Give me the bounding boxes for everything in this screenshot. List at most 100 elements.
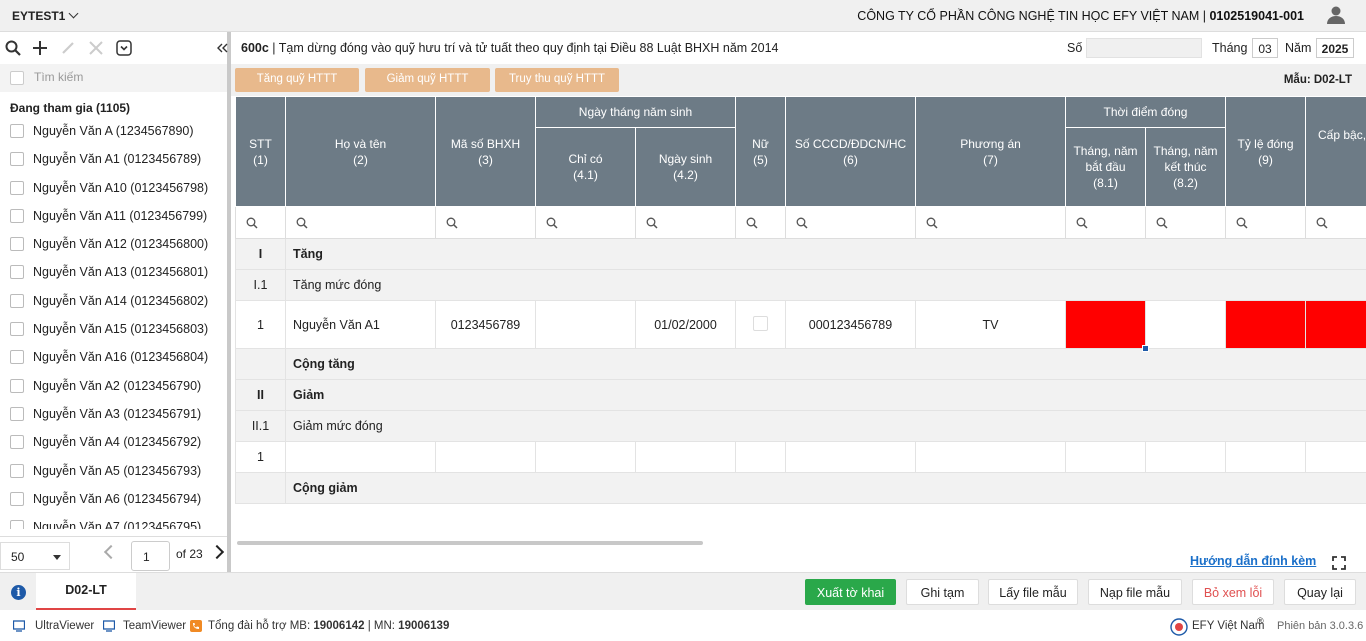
list-item[interactable]: Nguyễn Văn A14 (0123456802) [0,287,227,315]
table-row[interactable]: 1 Nguyễn Văn A1 0123456789 01/02/2000 00… [235,300,1366,352]
giam-quy-button[interactable]: Giảm quỹ HTTT [365,68,490,92]
col-ketthuc[interactable]: Tháng, năm kết thúc (8.2) [1144,127,1227,207]
list-item[interactable]: Nguyễn Văn A (1234567890) [0,117,227,145]
quay-lai-button[interactable]: Quay lại [1284,579,1356,605]
list-item[interactable]: Nguyễn Văn A16 (0123456804) [0,343,227,371]
xuat-to-khai-button[interactable]: Xuất tờ khai [805,579,896,605]
truy-thu-button[interactable]: Truy thu quỹ HTTT [495,68,619,92]
cell-hoten[interactable]: Nguyễn Văn A1 [285,300,436,349]
empty-cell[interactable] [915,441,1066,473]
edit-icon[interactable] [58,38,78,58]
item-checkbox[interactable] [10,293,24,308]
item-checkbox[interactable] [10,265,24,280]
list-item[interactable]: Nguyễn Văn A5 (0123456793) [0,457,227,485]
search-icon[interactable] [3,38,23,58]
empty-cell[interactable] [1144,441,1227,473]
empty-cell[interactable] [1065,441,1146,473]
cell-ketthuc[interactable] [1144,300,1227,349]
cell-chico[interactable] [535,300,636,349]
cell-batdau-error[interactable] [1065,300,1149,352]
page-input[interactable]: 1 [131,541,170,571]
filter-cell[interactable] [535,206,636,239]
nam-input[interactable]: 2025 [1316,38,1354,58]
col-nu[interactable]: Nữ (5) [735,96,786,207]
list-item[interactable]: Nguyễn Văn A11 (0123456799) [0,202,227,230]
empty-cell[interactable] [1225,441,1307,473]
table-row[interactable]: 1 [235,441,1366,473]
delete-icon[interactable] [86,38,106,58]
empty-cell[interactable] [435,441,536,473]
item-checkbox[interactable] [10,463,24,478]
col-chico[interactable]: Chỉ có (4.1) [535,127,636,207]
col-stt[interactable]: STT (1) [235,96,286,207]
filter-cell[interactable] [785,206,916,239]
item-checkbox[interactable] [10,378,24,393]
list-item[interactable]: Nguyễn Văn A12 (0123456800) [0,230,227,258]
cell-capbac-error[interactable] [1305,300,1366,349]
prev-page-icon[interactable] [103,544,119,560]
item-checkbox[interactable] [10,237,24,252]
item-checkbox[interactable] [10,406,24,421]
empty-cell[interactable] [285,441,436,473]
page-size-select[interactable]: 50 [0,542,70,570]
list-item[interactable]: Nguyễn Văn A2 (0123456790) [0,372,227,400]
so-input[interactable] [1086,38,1202,58]
item-checkbox[interactable] [10,350,24,365]
cell-phuongan[interactable]: TV [915,300,1066,349]
empty-cell[interactable] [635,441,736,473]
cell-nu[interactable] [735,300,786,349]
col-ngaysinh[interactable]: Ngày sinh (4.2) [635,127,736,207]
item-checkbox[interactable] [10,491,24,506]
add-icon[interactable] [30,38,50,58]
filter-cell[interactable] [635,206,736,239]
list-item[interactable]: Nguyễn Văn A15 (0123456803) [0,315,227,343]
col-mabhxh[interactable]: Mã số BHXH (3) [435,96,536,207]
col-cccd[interactable]: Số CCCD/ĐDCN/HC (6) [785,96,916,207]
resize-handle[interactable] [1142,345,1149,352]
item-checkbox[interactable] [10,124,24,138]
fullscreen-icon[interactable] [1332,556,1346,570]
select-all-checkbox[interactable] [10,71,24,85]
collapse-sidebar-icon[interactable] [212,38,232,58]
col-tyle[interactable]: Tỷ lệ đóng (9) [1225,96,1307,207]
empty-cell[interactable] [785,441,916,473]
empty-cell[interactable] [735,441,786,473]
thang-input[interactable]: 03 [1252,38,1278,58]
teamviewer-link[interactable]: TeamViewer [123,620,186,632]
filter-cell[interactable] [735,206,786,239]
tab-d02-lt[interactable]: D02-LT [36,573,136,611]
info-icon[interactable]: i [11,585,26,600]
select-dropdown-icon[interactable] [114,38,134,58]
list-item[interactable]: Nguyễn Văn A10 (0123456798) [0,174,227,202]
sidebar-search[interactable]: Tìm kiếm [0,64,227,92]
list-item[interactable]: Nguyễn Văn A7 (0123456795) [0,513,227,529]
help-link[interactable]: Hướng dẫn đính kèm [1190,554,1316,568]
col-hoten[interactable]: Họ và tên (2) [285,96,436,207]
col-capbac[interactable]: Cấp bậc, d [1305,96,1366,207]
filter-cell[interactable] [915,206,1066,239]
list-item[interactable]: Nguyễn Văn A13 (0123456801) [0,258,227,286]
cell-tyle-error[interactable] [1225,300,1307,349]
lay-file-mau-button[interactable]: Lấy file mẫu [988,579,1078,605]
item-checkbox[interactable] [10,322,24,337]
col-phuongan[interactable]: Phương án (7) [915,96,1066,207]
list-item[interactable]: Nguyễn Văn A6 (0123456794) [0,485,227,513]
col-batdau[interactable]: Tháng, năm bắt đầu (8.1) [1065,127,1146,207]
next-page-icon[interactable] [209,544,225,560]
list-item[interactable]: Nguyễn Văn A4 (0123456792) [0,428,227,456]
cell-mabhxh[interactable]: 0123456789 [435,300,536,349]
filter-cell[interactable] [1065,206,1146,239]
ultraviewer-link[interactable]: UltraViewer [35,620,94,632]
nu-checkbox[interactable] [753,315,768,331]
item-checkbox[interactable] [10,435,24,450]
nap-file-mau-button[interactable]: Nạp file mẫu [1088,579,1182,605]
item-checkbox[interactable] [10,520,24,529]
tang-quy-button[interactable]: Tăng quỹ HTTT [235,68,359,92]
item-checkbox[interactable] [10,180,24,195]
horizontal-scrollbar[interactable] [237,541,703,545]
filter-cell[interactable] [435,206,536,239]
cell-cccd[interactable]: 000123456789 [785,300,916,349]
empty-cell[interactable] [535,441,636,473]
cell-ngaysinh[interactable]: 01/02/2000 [635,300,736,349]
list-item[interactable]: Nguyễn Văn A3 (0123456791) [0,400,227,428]
